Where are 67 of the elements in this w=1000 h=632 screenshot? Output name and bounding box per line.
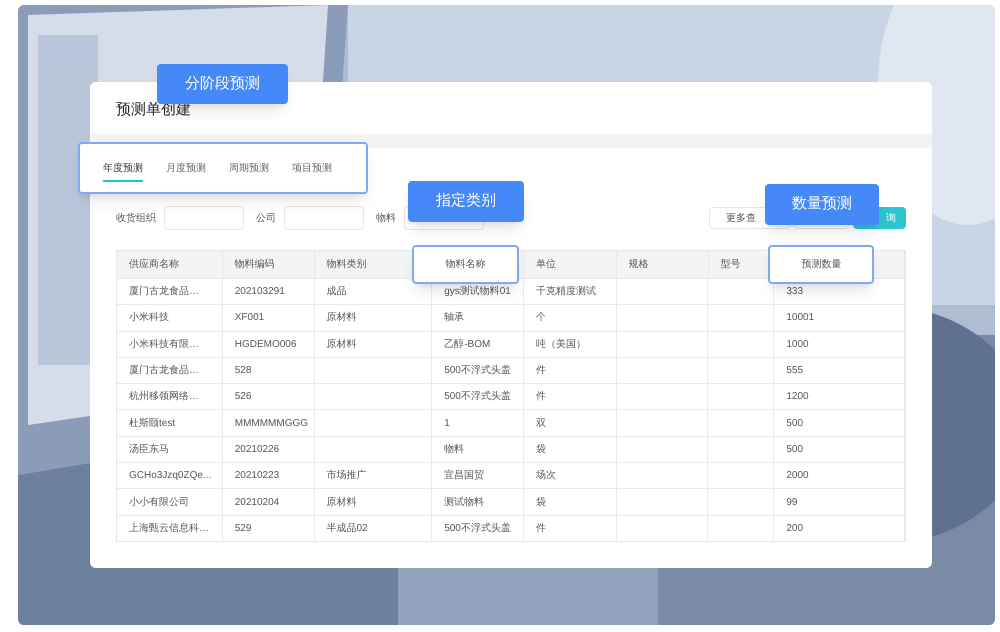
table-cell: 528 bbox=[222, 358, 314, 384]
table-cell: 袋 bbox=[524, 489, 617, 515]
table-cell: 千克精度测试 bbox=[524, 279, 617, 304]
column-header: 物料类别 bbox=[326, 258, 366, 272]
table-cell: 汤臣东马 bbox=[117, 436, 223, 462]
table-cell: 小小有限公司 bbox=[117, 489, 223, 515]
table-cell: 500不浮式头盖 bbox=[432, 384, 524, 410]
table-cell: 555 bbox=[774, 358, 905, 384]
table-cell: 双 bbox=[524, 410, 617, 436]
table-cell: 原材料 bbox=[314, 332, 432, 357]
table-cell: 件 bbox=[524, 358, 617, 384]
table-cell: 20210223 bbox=[222, 463, 314, 488]
table-cell: 袋 bbox=[524, 436, 617, 462]
table-cell: 杭州移领网络… bbox=[117, 384, 223, 410]
column-header: 规格 bbox=[628, 258, 649, 272]
table-cell: 500不浮式头盖 bbox=[432, 358, 524, 384]
table-cell: 轴承 bbox=[432, 305, 524, 331]
column-header: 预测数量 bbox=[768, 245, 874, 284]
table-cell: 半成品02 bbox=[314, 516, 432, 541]
column-header: 型号 bbox=[720, 258, 740, 272]
callout-tooltip: 分阶段预测 bbox=[157, 64, 288, 104]
table-cell: 物料 bbox=[432, 436, 524, 462]
table-cell: 乙醇-BOM bbox=[432, 332, 524, 357]
table-cell: 1200 bbox=[774, 384, 905, 410]
table-cell: 529 bbox=[222, 516, 314, 541]
table-cell: 市场推广 bbox=[314, 463, 432, 488]
table-cell: 10001 bbox=[774, 305, 905, 331]
table-cell: 测试物料 bbox=[432, 489, 524, 515]
table-cell: 200 bbox=[774, 516, 905, 541]
column-header: 供应商名称 bbox=[128, 258, 179, 272]
table-cell: 1 bbox=[432, 410, 524, 436]
table-cell: 202103291 bbox=[222, 279, 314, 304]
table-cell: 厦门古龙食品… bbox=[117, 358, 223, 384]
table-cell: 原材料 bbox=[314, 305, 432, 331]
table-cell: 2000 bbox=[774, 463, 905, 488]
table-cell: HGDEMO006 bbox=[222, 332, 314, 357]
table-cell: MMMMMMGGG bbox=[222, 410, 314, 436]
table-cell: 500 bbox=[774, 436, 905, 462]
column-header: 物料编码 bbox=[234, 258, 275, 272]
table-cell: 20210226 bbox=[222, 436, 314, 462]
column-header: 物料名称 bbox=[412, 245, 520, 284]
filter-label: 物料 bbox=[376, 212, 396, 226]
table-cell: 500不浮式头盖 bbox=[432, 516, 524, 541]
table-cell: 吨（美国） bbox=[524, 332, 617, 357]
column-header: 单位 bbox=[534, 258, 556, 272]
table-cell: 件 bbox=[524, 384, 617, 410]
table-cell: 526 bbox=[222, 384, 314, 410]
table-cell: 小米科技 bbox=[117, 305, 223, 331]
table-cell: 杜斯颐test bbox=[117, 410, 223, 436]
table-cell: 场次 bbox=[524, 463, 617, 488]
table-cell: 宜昌国贸 bbox=[432, 463, 524, 488]
callout-tooltip: 数量预测 bbox=[765, 184, 879, 225]
callout-tooltip: 指定类别 bbox=[408, 181, 524, 222]
table-cell: XF001 bbox=[222, 305, 314, 331]
table-cell: 20210204 bbox=[222, 489, 314, 515]
table-cell: 个 bbox=[524, 305, 617, 331]
table-cell: GCHo3Jzq0ZQe... bbox=[117, 463, 223, 488]
table-cell: 99 bbox=[774, 489, 905, 515]
table-cell: 1000 bbox=[774, 332, 905, 357]
filter-label: 收货组织 bbox=[116, 212, 156, 226]
table-cell: 原材料 bbox=[314, 489, 432, 515]
table-cell: 厦门古龙食品… bbox=[117, 279, 223, 304]
table-cell: 小米科技有限… bbox=[117, 332, 223, 357]
table-cell: 上海甄云信息科… bbox=[117, 516, 223, 541]
table-cell: 件 bbox=[524, 516, 617, 541]
table-cell: 500 bbox=[774, 410, 905, 436]
filter-label: 公司 bbox=[256, 212, 276, 226]
